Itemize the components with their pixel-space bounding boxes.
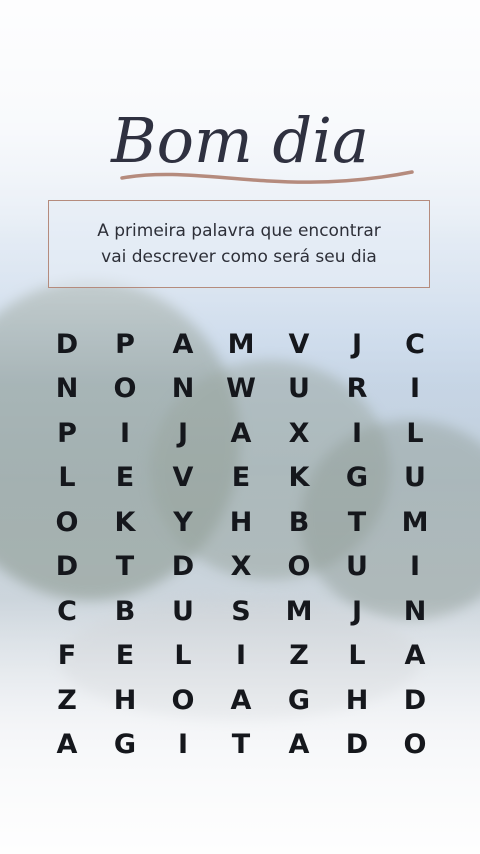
grid-cell[interactable]: T (328, 500, 386, 545)
grid-cell[interactable]: G (328, 456, 386, 501)
grid-cell[interactable]: Z (38, 678, 96, 723)
grid-cell[interactable]: D (328, 723, 386, 768)
grid-cell[interactable]: L (38, 456, 96, 501)
grid-cell[interactable]: D (154, 545, 212, 590)
grid-cell[interactable]: H (96, 678, 154, 723)
grid-cell[interactable]: P (96, 322, 154, 367)
grid-cell[interactable]: C (38, 589, 96, 634)
grid-cell[interactable]: E (96, 634, 154, 679)
grid-cell[interactable]: G (96, 723, 154, 768)
grid-cell[interactable]: B (270, 500, 328, 545)
grid-cell[interactable]: F (38, 634, 96, 679)
grid-cell[interactable]: I (328, 411, 386, 456)
grid-cell[interactable]: O (96, 367, 154, 412)
grid-cell[interactable]: O (38, 500, 96, 545)
grid-cell[interactable]: N (38, 367, 96, 412)
grid-cell[interactable]: I (386, 367, 444, 412)
grid-cell[interactable]: A (212, 411, 270, 456)
grid-cell[interactable]: A (212, 678, 270, 723)
grid-cell[interactable]: D (38, 322, 96, 367)
grid-cell[interactable]: M (212, 322, 270, 367)
grid-cell[interactable]: E (212, 456, 270, 501)
grid-cell[interactable]: Y (154, 500, 212, 545)
grid-cell[interactable]: T (96, 545, 154, 590)
title-text: Bom dia (110, 104, 369, 177)
grid-cell[interactable]: S (212, 589, 270, 634)
grid-cell[interactable]: G (270, 678, 328, 723)
grid-cell[interactable]: H (212, 500, 270, 545)
grid-cell[interactable]: A (386, 634, 444, 679)
grid-cell[interactable]: L (328, 634, 386, 679)
title-script: Bom dia (110, 104, 414, 184)
grid-cell[interactable]: D (38, 545, 96, 590)
grid-cell[interactable]: A (38, 723, 96, 768)
grid-cell[interactable]: U (154, 589, 212, 634)
grid-cell[interactable]: H (328, 678, 386, 723)
grid-cell[interactable]: J (328, 322, 386, 367)
grid-cell[interactable]: P (38, 411, 96, 456)
grid-cell[interactable]: I (154, 723, 212, 768)
grid-cell[interactable]: X (212, 545, 270, 590)
grid-cell[interactable]: L (386, 411, 444, 456)
grid-cell[interactable]: J (154, 411, 212, 456)
grid-cell[interactable]: N (386, 589, 444, 634)
grid-cell[interactable]: I (386, 545, 444, 590)
word-search-grid: DPAMVJCNONWURIPIJAXILLEVEKGUOKYHBTMDTDXO… (38, 322, 442, 767)
grid-cell[interactable]: D (386, 678, 444, 723)
grid-cell[interactable]: K (270, 456, 328, 501)
grid-cell[interactable]: U (386, 456, 444, 501)
grid-cell[interactable]: E (96, 456, 154, 501)
grid-cell[interactable]: Z (270, 634, 328, 679)
grid-cell[interactable]: U (270, 367, 328, 412)
grid-cell[interactable]: I (96, 411, 154, 456)
grid-cell[interactable]: L (154, 634, 212, 679)
grid-cell[interactable]: O (270, 545, 328, 590)
grid-cell[interactable]: M (270, 589, 328, 634)
grid-cell[interactable]: V (154, 456, 212, 501)
grid-cell[interactable]: R (328, 367, 386, 412)
title: Bom dia (0, 80, 480, 204)
grid-cell[interactable]: V (270, 322, 328, 367)
grid-cell[interactable]: U (328, 545, 386, 590)
grid-cell[interactable]: O (154, 678, 212, 723)
grid-cell[interactable]: M (386, 500, 444, 545)
grid-cell[interactable]: K (96, 500, 154, 545)
grid-cell[interactable]: I (212, 634, 270, 679)
grid-cell[interactable]: A (154, 322, 212, 367)
grid-cell[interactable]: X (270, 411, 328, 456)
subtitle-box: A primeira palavra que encontrar vai des… (48, 200, 430, 288)
grid-cell[interactable]: N (154, 367, 212, 412)
grid-cell[interactable]: A (270, 723, 328, 768)
grid-cell[interactable]: B (96, 589, 154, 634)
grid-cell[interactable]: T (212, 723, 270, 768)
grid-cell[interactable]: C (386, 322, 444, 367)
grid-cell[interactable]: O (386, 723, 444, 768)
grid-cell[interactable]: W (212, 367, 270, 412)
subtitle-line-1: A primeira palavra que encontrar (97, 221, 381, 241)
subtitle-line-2: vai descrever como será seu dia (101, 247, 377, 267)
grid-cell[interactable]: J (328, 589, 386, 634)
